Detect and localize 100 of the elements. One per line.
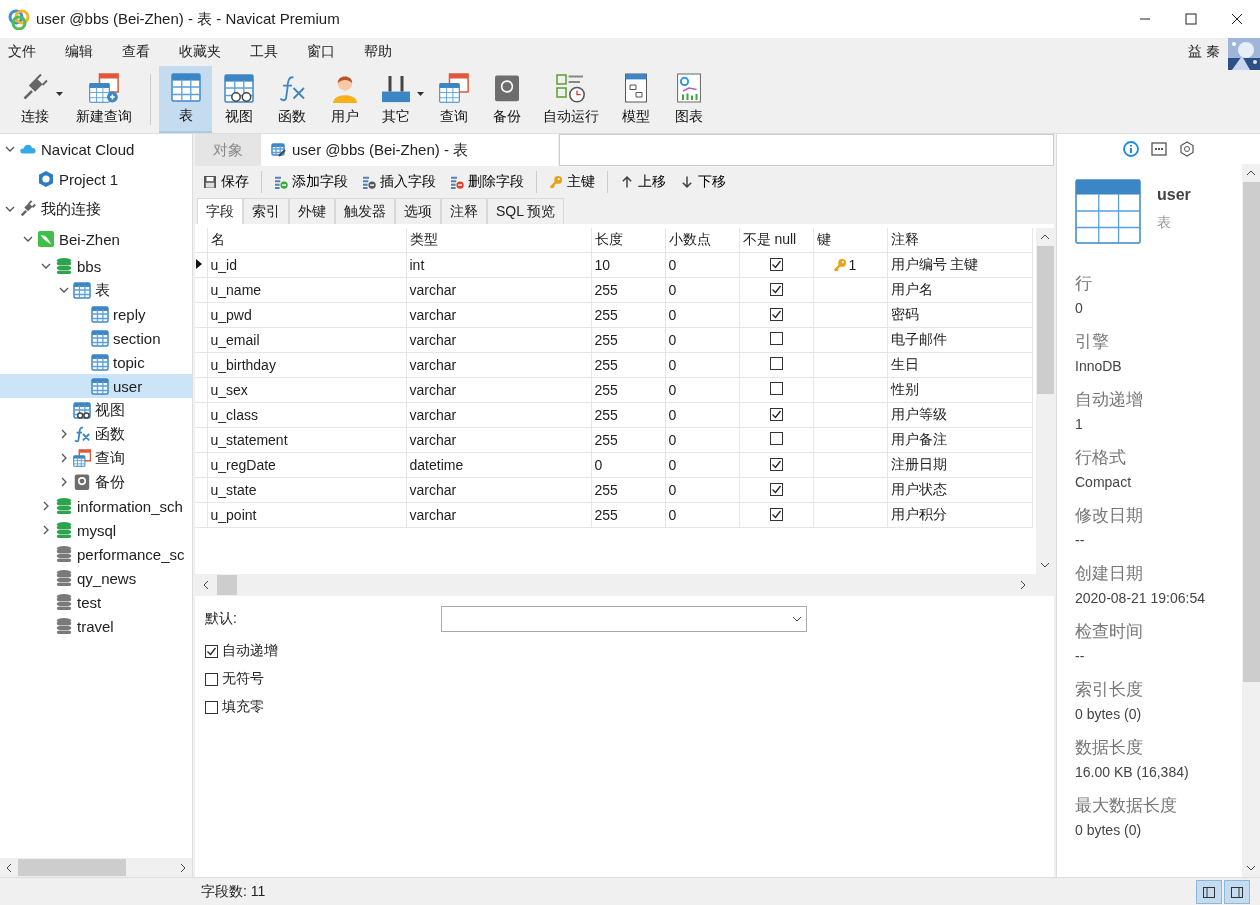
column-header[interactable]: 名	[207, 228, 406, 253]
tree-item[interactable]: travel	[0, 614, 192, 638]
checkbox[interactable]	[769, 382, 783, 395]
checkbox[interactable]	[769, 408, 783, 421]
tab[interactable]: 选项	[395, 198, 441, 224]
toolbar-button[interactable]: 下移	[678, 171, 728, 193]
chevron-right-icon[interactable]	[41, 501, 51, 511]
tree-item[interactable]: 函数	[0, 422, 192, 446]
toolbar-button[interactable]: 添加字段	[272, 171, 350, 193]
tree-item[interactable]: information_sch	[0, 494, 192, 518]
column-header[interactable]: 长度	[591, 228, 665, 253]
toolbar-button[interactable]: 自动运行	[533, 66, 609, 133]
toolbar-button[interactable]: 删除字段	[448, 171, 526, 193]
tree-item[interactable]: 视图	[0, 398, 192, 422]
tree-item[interactable]: user	[0, 374, 192, 398]
caret-icon[interactable]	[56, 92, 63, 97]
toolbar-button[interactable]: 表	[159, 66, 212, 133]
info-icon[interactable]	[1122, 141, 1139, 157]
column-header[interactable]: 注释	[887, 228, 1032, 253]
tab[interactable]: 索引	[243, 198, 289, 224]
tree-item[interactable]: 查询	[0, 446, 192, 470]
panel-right-icon[interactable]	[1231, 886, 1243, 898]
toolbar-button[interactable]: 备份	[480, 66, 533, 133]
chevron-right-icon[interactable]	[59, 453, 69, 463]
tree-item[interactable]: bbs	[0, 254, 192, 278]
tab[interactable]: 触发器	[335, 198, 395, 224]
tree-item[interactable]: section	[0, 326, 192, 350]
toolbar-button[interactable]: 连接	[10, 66, 66, 133]
tree-item[interactable]: reply	[0, 302, 192, 326]
tree-item[interactable]: 备份	[0, 470, 192, 494]
chevron-down-icon[interactable]	[23, 234, 33, 244]
chevron-down-icon[interactable]	[5, 144, 15, 154]
scroll-left-icon[interactable]	[4, 862, 14, 873]
column-header[interactable]: 键	[813, 228, 887, 253]
checkbox[interactable]	[769, 283, 783, 296]
toolbar-button[interactable]: 查询	[427, 66, 480, 133]
checkbox[interactable]	[769, 258, 783, 271]
ddl-icon[interactable]	[1150, 142, 1167, 156]
menu-item[interactable]: 查看	[122, 43, 150, 61]
toolbar-button[interactable]: 视图	[212, 66, 265, 133]
column-header[interactable]: 类型	[406, 228, 591, 253]
column-header[interactable]: 小数点	[665, 228, 739, 253]
chevron-right-icon[interactable]	[59, 477, 69, 487]
checkbox[interactable]	[769, 357, 783, 370]
scrollbar-thumb[interactable]	[1036, 246, 1054, 394]
panel-left-button[interactable]	[1196, 880, 1222, 904]
menu-item[interactable]: 窗口	[307, 43, 335, 61]
toolbar-button[interactable]: 保存	[201, 171, 251, 193]
checkbox[interactable]	[205, 644, 218, 658]
toolbar-button[interactable]: 函数	[265, 66, 318, 133]
scrollbar-thumb[interactable]	[18, 859, 126, 876]
tab[interactable]: user @bbs (Bei-Zhen) - 表	[261, 134, 559, 166]
tree-item[interactable]: mysql	[0, 518, 192, 542]
menu-item[interactable]: 收藏夹	[179, 43, 221, 61]
chevron-right-icon[interactable]	[41, 525, 51, 535]
checkbox[interactable]	[769, 308, 783, 321]
checkbox[interactable]	[205, 700, 218, 714]
tab[interactable]: 注释	[441, 198, 487, 224]
scroll-right-icon[interactable]	[1018, 580, 1028, 590]
chevron-down-icon[interactable]	[5, 204, 15, 214]
chevron-down-icon[interactable]	[59, 285, 69, 295]
toolbar-button[interactable]: 模型	[609, 66, 662, 133]
tree-item[interactable]: qy_news	[0, 566, 192, 590]
chevron-right-icon[interactable]	[59, 429, 69, 439]
checkbox[interactable]	[769, 483, 783, 496]
tree-item[interactable]: performance_sc	[0, 542, 192, 566]
toolbar-button[interactable]: 插入字段	[360, 171, 438, 193]
user-name[interactable]: 益 秦	[1188, 43, 1220, 61]
menu-item[interactable]: 帮助	[364, 43, 392, 61]
scroll-right-icon[interactable]	[178, 862, 188, 873]
chevron-down-icon[interactable]	[792, 616, 802, 622]
toolbar-button[interactable]: 图表	[662, 66, 715, 133]
menu-item[interactable]: 编辑	[65, 43, 93, 61]
tree-item[interactable]: test	[0, 590, 192, 614]
column-header[interactable]: 不是 null	[739, 228, 813, 253]
scrollbar-thumb[interactable]	[217, 575, 237, 595]
tab[interactable]: SQL 预览	[487, 198, 565, 224]
checkbox[interactable]	[205, 672, 218, 686]
menu-item[interactable]: 工具	[250, 43, 278, 61]
checkbox[interactable]	[769, 508, 783, 521]
scroll-left-icon[interactable]	[201, 580, 211, 590]
tree-item[interactable]: 表	[0, 278, 192, 302]
checkbox-label[interactable]: 填充零	[222, 698, 264, 716]
tree-item[interactable]: Project 1	[0, 164, 192, 194]
caret-icon[interactable]	[417, 92, 424, 97]
checkbox[interactable]	[769, 332, 783, 345]
tree-item[interactable]: topic	[0, 350, 192, 374]
hexagon-icon[interactable]	[1178, 141, 1195, 157]
checkbox[interactable]	[769, 458, 783, 471]
toolbar-button[interactable]: 主键	[547, 171, 597, 193]
checkbox[interactable]	[769, 432, 783, 445]
toolbar-button[interactable]: 上移	[618, 171, 668, 193]
checkbox-label[interactable]: 无符号	[222, 670, 264, 688]
checkbox-label[interactable]: 自动递增	[222, 642, 278, 660]
chevron-down-icon[interactable]	[41, 261, 51, 271]
tab[interactable]: 字段	[197, 198, 243, 224]
panel-left-icon[interactable]	[1203, 886, 1215, 898]
panel-right-button[interactable]	[1224, 880, 1250, 904]
tree-item[interactable]: Navicat Cloud	[0, 134, 192, 164]
menu-item[interactable]: 文件	[8, 43, 36, 61]
